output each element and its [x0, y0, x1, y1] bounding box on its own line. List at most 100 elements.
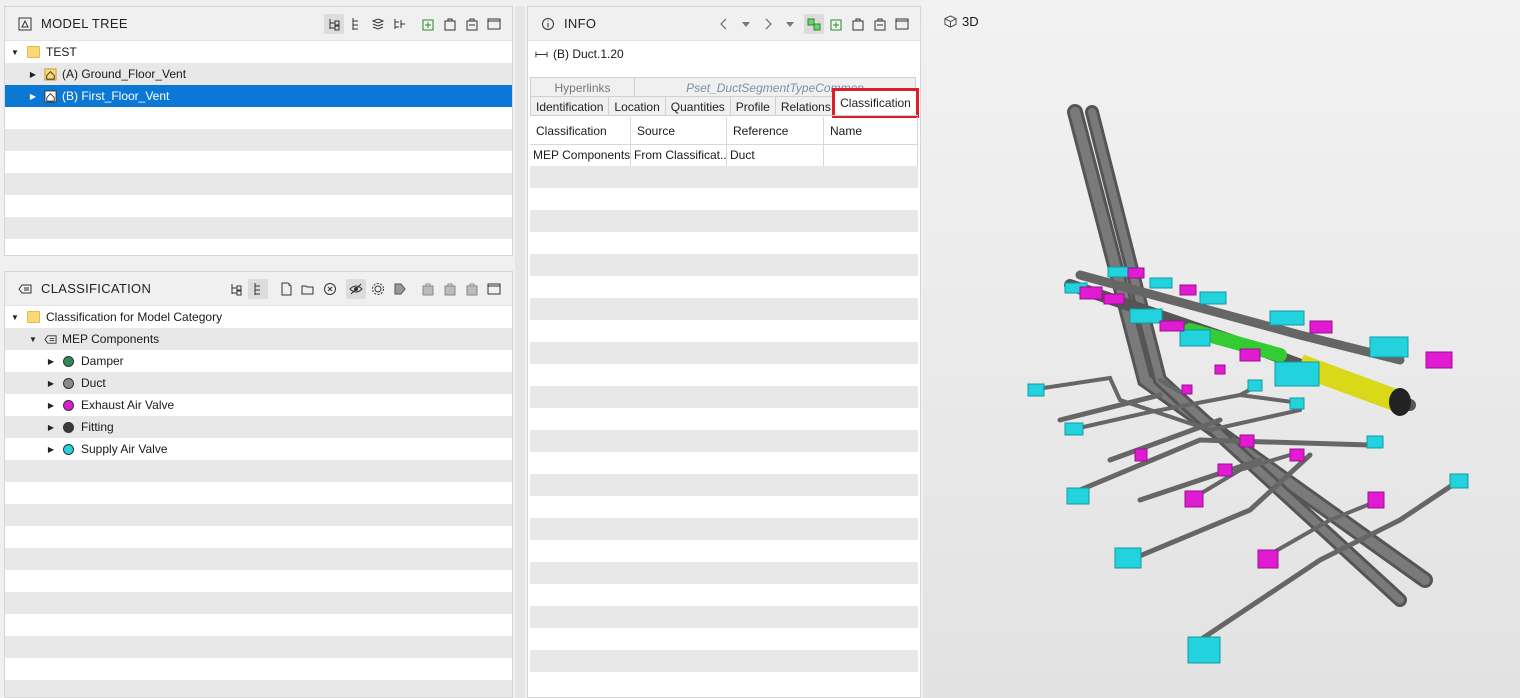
bag-remove-icon[interactable]: [462, 279, 482, 299]
tree-hierarchy-icon[interactable]: [324, 13, 344, 34]
empty-row: [530, 584, 918, 606]
collapse-arrow-icon[interactable]: ▶: [45, 357, 57, 366]
classification-item-label: Fitting: [81, 420, 114, 434]
tab-classification[interactable]: Classification: [832, 88, 919, 118]
window-icon[interactable]: [892, 14, 912, 34]
model-tree-title: MODEL TREE: [41, 16, 128, 31]
table-cell: [824, 144, 918, 166]
bag-add-icon[interactable]: [418, 279, 438, 299]
link-objects-icon[interactable]: [804, 13, 824, 34]
tree-item-test[interactable]: ▼ TEST: [5, 41, 512, 63]
table-row[interactable]: MEP Components From Classificat... Duct: [530, 144, 918, 166]
selected-object: (B) Duct.1.20: [534, 47, 624, 61]
new-file-icon[interactable]: [276, 279, 296, 299]
collapse-arrow-icon[interactable]: ▶: [45, 379, 57, 388]
empty-row: [530, 254, 918, 276]
classification-item-supply-air-valve[interactable]: ▶ Supply Air Valve: [5, 438, 512, 460]
empty-row: [530, 298, 918, 320]
empty-row: [530, 650, 918, 672]
color-swatch-icon: [63, 443, 74, 455]
chevron-down-icon[interactable]: [736, 14, 756, 34]
empty-row: [5, 482, 512, 504]
tree-flat-icon[interactable]: [346, 14, 366, 34]
collapse-arrow-icon[interactable]: ▶: [45, 401, 57, 410]
collapse-arrow-icon[interactable]: ▶: [27, 92, 39, 101]
tree-item-label: (A) Ground_Floor_Vent: [62, 67, 187, 81]
tree-group-icon[interactable]: [390, 14, 410, 34]
expand-arrow-icon[interactable]: ▼: [9, 48, 21, 57]
window-icon[interactable]: [484, 279, 504, 299]
info-panel: INFO (B) Duct.1.20 Hyperlinks Pset_DuctS…: [527, 6, 921, 698]
bag-icon[interactable]: [440, 279, 460, 299]
color-swatch-icon: [63, 355, 74, 367]
tree-hierarchy-icon[interactable]: [226, 279, 246, 299]
chevron-right-icon[interactable]: [758, 14, 778, 34]
tree-item-ground-floor[interactable]: ▶ (A) Ground_Floor_Vent: [5, 63, 512, 85]
classification-item-exhaust-air-valve[interactable]: ▶ Exhaust Air Valve: [5, 394, 512, 416]
table-cell: MEP Components: [530, 144, 631, 166]
empty-row: [5, 129, 512, 151]
building-storey-icon: [43, 89, 57, 103]
classification-title: CLASSIFICATION: [41, 281, 152, 296]
empty-row: [530, 518, 918, 540]
tab-identification[interactable]: Identification: [530, 96, 610, 116]
color-swatch-icon: [63, 399, 74, 411]
classification-group-item[interactable]: ▼ MEP Components: [5, 328, 512, 350]
expand-arrow-icon[interactable]: ▼: [27, 335, 39, 344]
tab-relations[interactable]: Relations: [774, 96, 837, 116]
column-header-reference[interactable]: Reference: [727, 117, 824, 144]
tabs-row-2: Identification Location Quantities Profi…: [530, 96, 837, 116]
empty-row: [530, 606, 918, 628]
collapse-arrow-icon[interactable]: ▶: [45, 423, 57, 432]
open-folder-icon[interactable]: [298, 279, 318, 299]
add-icon[interactable]: [826, 14, 846, 34]
classification-root-item[interactable]: ▼ Classification for Model Category: [5, 306, 512, 328]
folder-icon: [27, 311, 40, 323]
tab-quantities[interactable]: Quantities: [664, 96, 731, 116]
color-swatch-icon: [63, 377, 74, 389]
collapse-arrow-icon[interactable]: ▶: [27, 70, 39, 79]
folder-icon: [27, 46, 40, 58]
classification-item-fitting[interactable]: ▶ Fitting: [5, 416, 512, 438]
classification-group-label: MEP Components: [62, 332, 160, 346]
classification-icon: [15, 279, 35, 299]
tree-item-label: TEST: [46, 45, 77, 59]
info-header: INFO: [528, 7, 920, 41]
empty-row: [530, 540, 918, 562]
expand-arrow-icon[interactable]: ▼: [9, 313, 21, 322]
tree-item-first-floor[interactable]: ▶ (B) First_Floor_Vent: [5, 85, 512, 107]
chevron-left-icon[interactable]: [714, 14, 734, 34]
classification-item-label: Damper: [81, 354, 124, 368]
classification-item-label: Exhaust Air Valve: [81, 398, 175, 412]
duct-model-render[interactable]: [923, 0, 1520, 698]
classification-item-label: Supply Air Valve: [81, 442, 168, 456]
tab-profile[interactable]: Profile: [729, 96, 776, 116]
collapse-arrow-icon[interactable]: ▶: [45, 445, 57, 454]
viewport-3d[interactable]: 3D: [923, 0, 1520, 698]
panel-splitter[interactable]: [515, 6, 525, 698]
classification-item-damper[interactable]: ▶ Damper: [5, 350, 512, 372]
column-header-classification[interactable]: Classification: [530, 117, 631, 144]
add-icon[interactable]: [418, 14, 438, 34]
tree-flat-icon[interactable]: [248, 278, 268, 299]
classification-item-duct[interactable]: ▶ Duct: [5, 372, 512, 394]
column-header-source[interactable]: Source: [631, 117, 727, 144]
column-header-name[interactable]: Name: [824, 117, 918, 144]
bag-remove-icon[interactable]: [462, 14, 482, 34]
model-tree-panel: MODEL TREE ▼ TEST ▶ (A) Ground_Floor_Ven…: [4, 6, 513, 256]
gear-icon[interactable]: [368, 279, 388, 299]
selected-object-label: (B) Duct.1.20: [553, 47, 624, 61]
bag-remove-icon[interactable]: [870, 14, 890, 34]
empty-row: [530, 474, 918, 496]
chevron-down-icon[interactable]: [780, 14, 800, 34]
bag-icon[interactable]: [440, 14, 460, 34]
tree-layers-icon[interactable]: [368, 14, 388, 34]
classification-root-label: Classification for Model Category: [46, 310, 223, 324]
tab-location[interactable]: Location: [608, 96, 666, 116]
close-circle-icon[interactable]: [320, 279, 340, 299]
tag-icon[interactable]: [390, 279, 410, 299]
tab-hyperlinks[interactable]: Hyperlinks: [530, 77, 635, 97]
visibility-icon[interactable]: [346, 278, 366, 299]
bag-icon[interactable]: [848, 14, 868, 34]
window-icon[interactable]: [484, 14, 504, 34]
